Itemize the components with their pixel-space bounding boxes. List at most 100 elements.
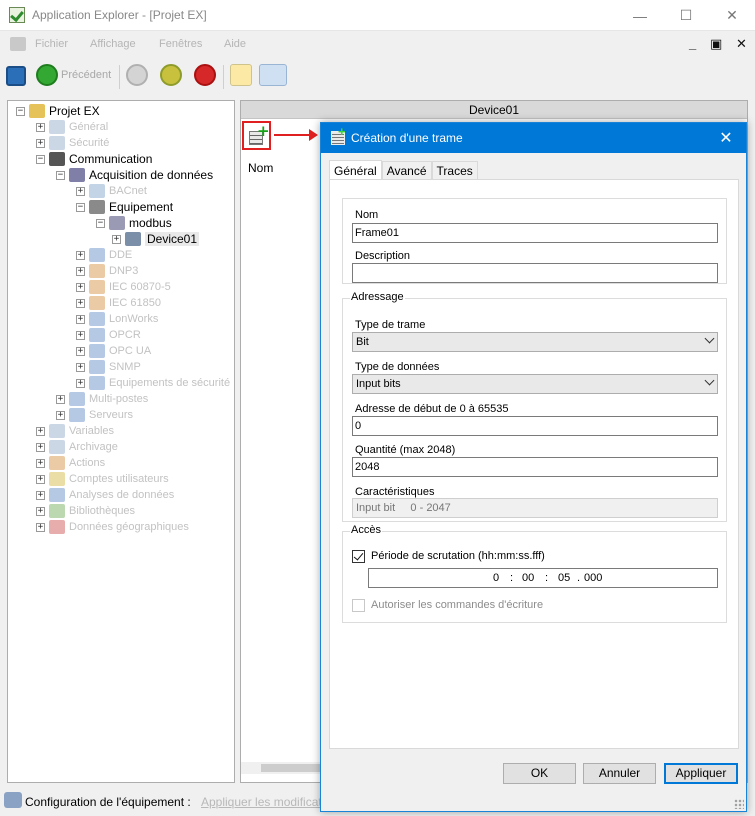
previous-icon[interactable] bbox=[36, 64, 58, 86]
expand-icon[interactable]: + bbox=[76, 266, 85, 276]
menu-fichier[interactable]: Fichier bbox=[35, 38, 68, 50]
tree-item[interactable]: + SNMP bbox=[76, 359, 141, 375]
expand-icon[interactable]: + bbox=[36, 122, 45, 132]
collapse-icon[interactable]: − bbox=[76, 202, 85, 212]
expand-icon[interactable]: + bbox=[76, 314, 85, 324]
expand-icon[interactable]: + bbox=[36, 506, 45, 516]
tree-item[interactable]: + OPC UA bbox=[76, 343, 151, 359]
tree-item[interactable]: + Analyses de données bbox=[36, 487, 174, 503]
mdi-close-button[interactable]: ✕ bbox=[736, 36, 747, 52]
expand-icon[interactable]: + bbox=[76, 186, 85, 196]
tree-item[interactable]: + Données géographiques bbox=[36, 519, 189, 535]
expand-icon[interactable]: + bbox=[36, 426, 45, 436]
previous-label[interactable]: Précédent bbox=[61, 69, 111, 81]
tree-item[interactable]: + Variables bbox=[36, 423, 114, 439]
hours-field[interactable]: 0 bbox=[493, 569, 499, 587]
collapse-icon[interactable]: − bbox=[36, 154, 45, 164]
tree-item[interactable]: + Multi-postes bbox=[56, 391, 148, 407]
expand-icon[interactable]: + bbox=[36, 138, 45, 148]
tree-item[interactable]: + IEC 61850 bbox=[76, 295, 161, 311]
expand-icon[interactable]: + bbox=[36, 474, 45, 484]
tree-item-device01[interactable]: + Device01 bbox=[112, 231, 200, 247]
apply-button[interactable]: Appliquer bbox=[664, 763, 738, 784]
tree-item[interactable]: + Archivage bbox=[36, 439, 118, 455]
lightbulb-icon[interactable] bbox=[230, 64, 252, 86]
refresh-icon[interactable] bbox=[160, 64, 182, 86]
expand-icon[interactable]: + bbox=[76, 330, 85, 340]
tree-item-root[interactable]: − Projet EX bbox=[16, 103, 100, 119]
description-input[interactable] bbox=[352, 263, 718, 283]
cancel-button[interactable]: Annuler bbox=[583, 763, 656, 784]
tree-item[interactable]: + Serveurs bbox=[56, 407, 133, 423]
mdi-minimize-button[interactable]: _ bbox=[689, 36, 696, 51]
window-title: Application Explorer - [Projet EX] bbox=[32, 8, 207, 22]
menu-aide[interactable]: Aide bbox=[224, 38, 246, 50]
name-input[interactable]: Frame01 bbox=[352, 223, 718, 243]
gear-icon[interactable] bbox=[126, 64, 148, 86]
expand-icon[interactable]: + bbox=[76, 298, 85, 308]
toolbar-separator bbox=[119, 65, 120, 89]
stop-icon[interactable] bbox=[194, 64, 216, 86]
expand-icon[interactable]: + bbox=[56, 410, 65, 420]
tree-item[interactable]: + Actions bbox=[36, 455, 105, 471]
expand-icon[interactable]: + bbox=[76, 346, 85, 356]
tree-item[interactable]: + IEC 60870-5 bbox=[76, 279, 171, 295]
expand-icon[interactable]: + bbox=[76, 250, 85, 260]
expand-icon[interactable]: + bbox=[112, 234, 121, 244]
column-header-name[interactable]: Nom bbox=[248, 161, 273, 175]
tree-item[interactable]: − Communication bbox=[36, 151, 152, 167]
maximize-button[interactable]: ☐ bbox=[663, 0, 709, 31]
seconds-field[interactable]: 05 bbox=[558, 569, 570, 587]
scan-period-checkbox[interactable] bbox=[352, 550, 365, 563]
tree-item[interactable]: + Comptes utilisateurs bbox=[36, 471, 169, 487]
add-frame-button[interactable]: + bbox=[242, 121, 271, 150]
save-icon[interactable] bbox=[6, 66, 26, 86]
expand-icon[interactable]: + bbox=[36, 442, 45, 452]
menu-fenetres[interactable]: Fenêtres bbox=[159, 38, 202, 50]
close-button[interactable]: ✕ bbox=[709, 0, 755, 31]
tree-item[interactable]: − modbus bbox=[96, 215, 172, 231]
expand-icon[interactable]: + bbox=[76, 378, 85, 388]
tree-item[interactable]: + Equipements de sécurité bbox=[76, 375, 230, 391]
window-layout-icon[interactable] bbox=[259, 64, 287, 86]
minimize-button[interactable]: — bbox=[617, 0, 663, 31]
tree-item[interactable]: + BACnet bbox=[76, 183, 147, 199]
tree-item[interactable]: − Equipement bbox=[76, 199, 173, 215]
tree-item[interactable]: + Sécurité bbox=[36, 135, 109, 151]
tab-advanced[interactable]: Avancé bbox=[381, 161, 432, 180]
minutes-field[interactable]: 00 bbox=[522, 569, 534, 587]
tree-item[interactable]: + LonWorks bbox=[76, 311, 158, 327]
expand-icon[interactable]: + bbox=[76, 282, 85, 292]
project-tree[interactable]: − Projet EX + Général + Sécurité − Commu… bbox=[7, 100, 235, 783]
dialog-close-button[interactable]: ✕ bbox=[706, 123, 746, 153]
tab-general[interactable]: Général bbox=[329, 160, 382, 181]
collapse-icon[interactable]: − bbox=[16, 106, 25, 116]
menu-affichage[interactable]: Affichage bbox=[90, 38, 136, 50]
data-type-select[interactable]: Input bits bbox=[352, 374, 718, 394]
tree-item[interactable]: + Bibliothèques bbox=[36, 503, 135, 519]
tree-item[interactable]: − Acquisition de données bbox=[56, 167, 213, 183]
expand-icon[interactable]: + bbox=[36, 490, 45, 500]
scan-period-label[interactable]: Période de scrutation (hh:mm:ss.fff) bbox=[371, 550, 545, 562]
ok-button[interactable]: OK bbox=[503, 763, 576, 784]
expand-icon[interactable]: + bbox=[36, 522, 45, 532]
scan-period-input[interactable]: 0 : 00 : 05 . 000 bbox=[368, 568, 718, 588]
tree-item[interactable]: + DDE bbox=[76, 247, 132, 263]
milliseconds-field[interactable]: 000 bbox=[584, 569, 602, 587]
collapse-icon[interactable]: − bbox=[96, 218, 105, 228]
frame-type-select[interactable]: Bit bbox=[352, 332, 718, 352]
expand-icon[interactable]: + bbox=[76, 362, 85, 372]
scrollbar-thumb[interactable] bbox=[261, 764, 321, 772]
tree-item[interactable]: + DNP3 bbox=[76, 263, 138, 279]
start-address-input[interactable]: 0 bbox=[352, 416, 718, 436]
mdi-restore-button[interactable]: ▣ bbox=[710, 36, 722, 52]
tab-traces[interactable]: Traces bbox=[431, 161, 478, 180]
collapse-icon[interactable]: − bbox=[56, 170, 65, 180]
resize-grip[interactable] bbox=[734, 799, 744, 809]
tree-item[interactable]: + Général bbox=[36, 119, 108, 135]
tree-item[interactable]: + OPCR bbox=[76, 327, 141, 343]
write-commands-checkbox[interactable] bbox=[352, 599, 365, 612]
expand-icon[interactable]: + bbox=[56, 394, 65, 404]
expand-icon[interactable]: + bbox=[36, 458, 45, 468]
quantity-input[interactable]: 2048 bbox=[352, 457, 718, 477]
